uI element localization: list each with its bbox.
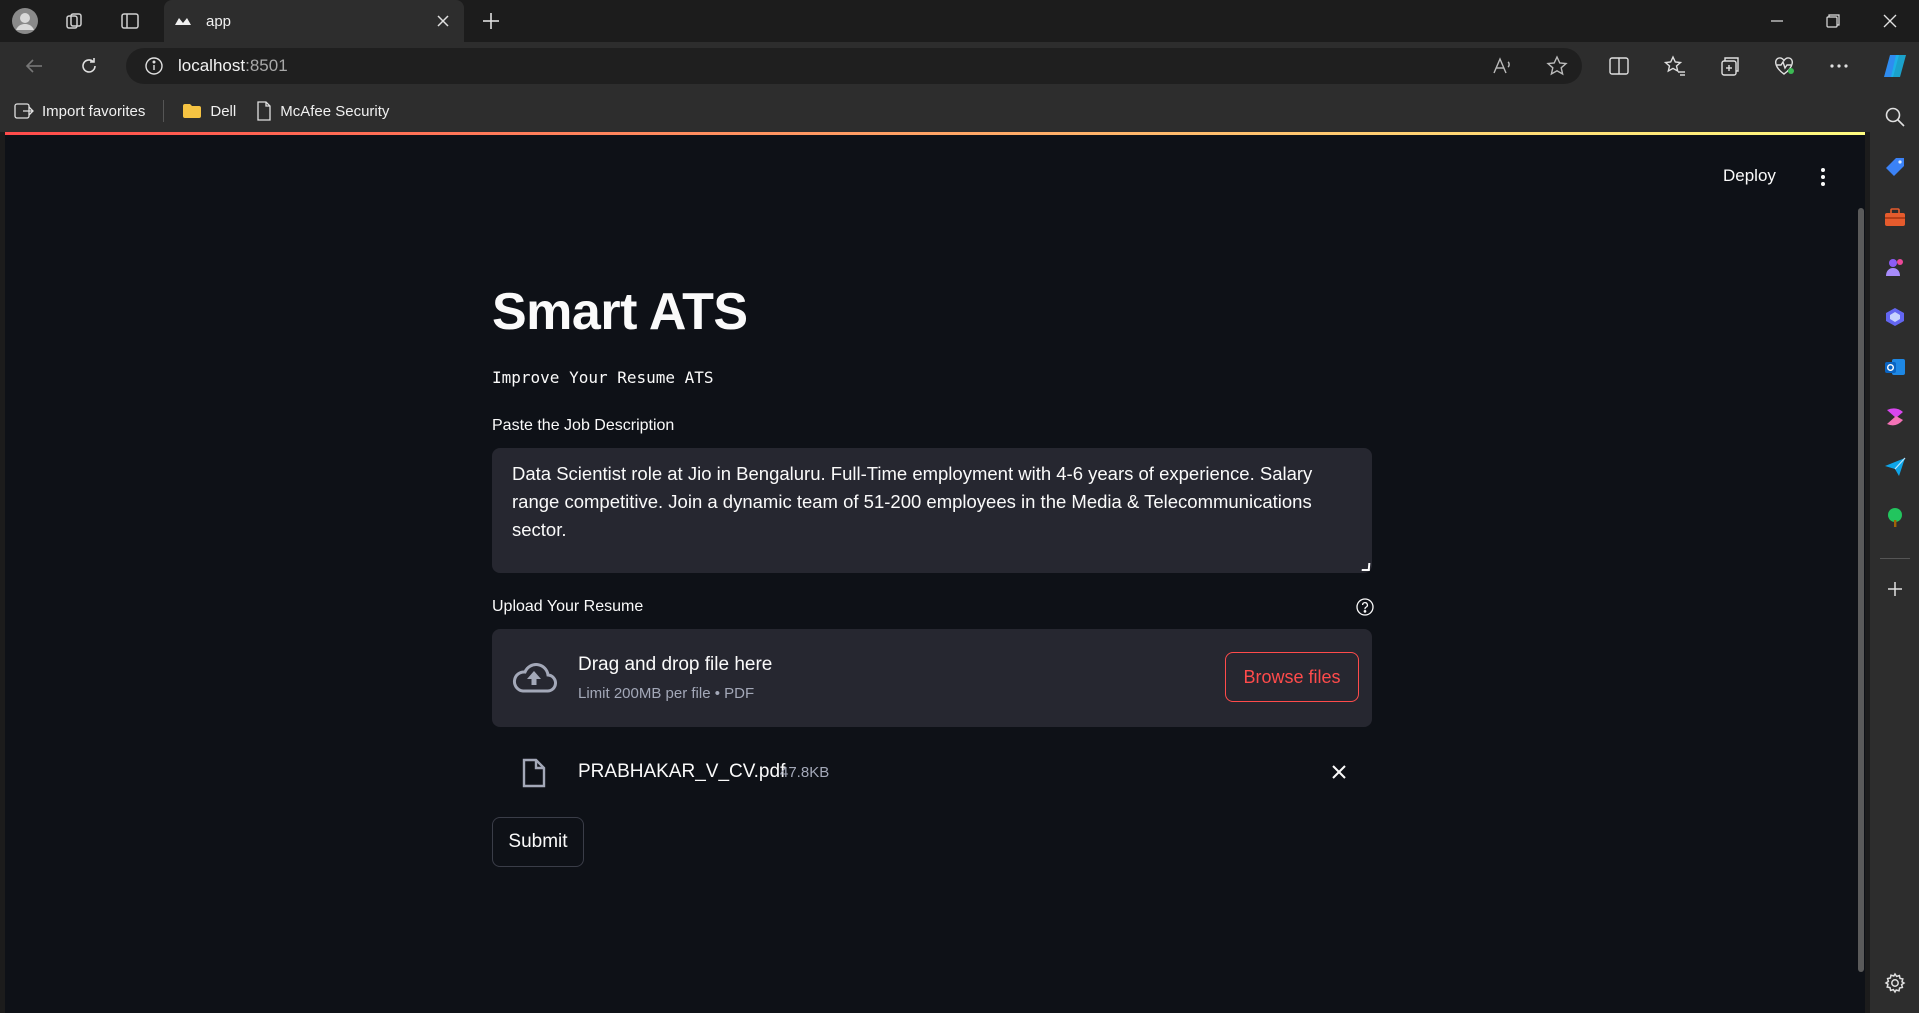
- more-menu-icon[interactable]: [1826, 53, 1852, 79]
- new-tab-icon[interactable]: [478, 8, 504, 34]
- send-icon[interactable]: [1882, 454, 1908, 480]
- dropzone-limit-text: Limit 200MB per file • PDF: [578, 685, 755, 702]
- outlook-icon[interactable]: [1882, 354, 1908, 380]
- main-menu-icon[interactable]: [1813, 166, 1833, 188]
- cloud-upload-icon: [511, 660, 557, 699]
- url-host: localhost: [178, 56, 246, 75]
- job-description-text: Data Scientist role at Jio in Bengaluru.…: [512, 463, 1313, 540]
- dropzone-title: Drag and drop file here: [578, 654, 773, 675]
- page-title: Smart ATS: [492, 283, 748, 341]
- back-icon[interactable]: [20, 52, 48, 80]
- app-viewport: Deploy Smart ATS Improve Your Resume ATS…: [5, 132, 1865, 1013]
- favorite-star-icon[interactable]: [1546, 55, 1568, 77]
- tab-app[interactable]: app: [164, 0, 464, 42]
- copilot-icon[interactable]: [1879, 50, 1911, 82]
- browse-files-button[interactable]: Browse files: [1225, 652, 1359, 702]
- file-icon: [522, 758, 546, 793]
- bookmark-label: Import favorites: [42, 102, 146, 120]
- job-description-label: Paste the Job Description: [492, 417, 675, 434]
- import-icon: [14, 103, 34, 119]
- bookmark-separator: [163, 100, 165, 122]
- collections-icon[interactable]: [1717, 53, 1743, 79]
- close-window-icon[interactable]: [1877, 8, 1903, 34]
- help-icon[interactable]: [1356, 598, 1374, 616]
- upload-resume-label: Upload Your Resume: [492, 598, 644, 615]
- deploy-button[interactable]: Deploy: [1723, 166, 1776, 186]
- refresh-icon[interactable]: [75, 52, 103, 80]
- bookmark-mcafee-security[interactable]: McAfee Security: [256, 101, 389, 121]
- bookmark-import-favorites[interactable]: Import favorites: [14, 102, 145, 120]
- restore-icon[interactable]: [1820, 8, 1846, 34]
- minimize-icon[interactable]: [1764, 8, 1790, 34]
- vertical-tabs-icon[interactable]: [117, 8, 143, 34]
- bookmark-label: McAfee Security: [280, 102, 390, 120]
- submit-button[interactable]: Submit: [492, 817, 584, 867]
- search-icon[interactable]: [1882, 104, 1908, 130]
- page-subtitle: Improve Your Resume ATS: [492, 368, 714, 387]
- edge-sidebar: [1870, 90, 1919, 1013]
- read-aloud-icon[interactable]: [1492, 56, 1514, 76]
- uploaded-file-row: PRABHAKAR_V_CV.pdf 47.8KB: [492, 744, 1372, 800]
- designer-icon[interactable]: [1882, 404, 1908, 430]
- url-port: :8501: [245, 56, 288, 75]
- tools-icon[interactable]: [1882, 204, 1908, 230]
- tab-strip: app: [0, 0, 1919, 42]
- tab-title: app: [206, 12, 232, 30]
- uploaded-file-name: PRABHAKAR_V_CV.pdf: [578, 761, 786, 782]
- workspaces-icon[interactable]: [62, 8, 88, 34]
- file-dropzone[interactable]: Drag and drop file here Limit 200MB per …: [492, 629, 1372, 727]
- job-description-textarea[interactable]: Data Scientist role at Jio in Bengaluru.…: [492, 448, 1372, 573]
- uploaded-file-size: 47.8KB: [780, 764, 830, 781]
- sidebar-divider: [1880, 558, 1910, 559]
- site-info-icon[interactable]: [144, 56, 164, 76]
- bookmarks-bar: Import favorites Dell McAfee Security: [0, 90, 1870, 132]
- bookmark-dell[interactable]: Dell: [182, 103, 236, 120]
- browser-essentials-icon[interactable]: [1771, 53, 1797, 79]
- header-decoration: [5, 132, 1865, 135]
- copilot-sidebar-icon[interactable]: [1882, 304, 1908, 330]
- toolbar: localhost:8501: [0, 42, 1919, 90]
- tree-icon[interactable]: [1882, 504, 1908, 530]
- games-icon[interactable]: [1882, 254, 1908, 280]
- split-screen-icon[interactable]: [1606, 53, 1632, 79]
- page-icon: [257, 101, 271, 121]
- streamlit-favicon-icon: [174, 14, 192, 28]
- profile-icon[interactable]: [11, 7, 39, 35]
- add-sidebar-app-icon[interactable]: [1882, 576, 1908, 602]
- sidebar-settings-icon[interactable]: [1882, 970, 1908, 996]
- page-scrollbar[interactable]: [1858, 208, 1864, 972]
- folder-icon: [183, 104, 202, 118]
- bookmark-label: Dell: [210, 102, 237, 120]
- resize-handle-icon[interactable]: [1361, 563, 1371, 571]
- remove-file-icon[interactable]: [1328, 761, 1350, 783]
- favorites-icon[interactable]: [1662, 53, 1688, 79]
- tab-close-icon[interactable]: [428, 6, 458, 36]
- shopping-tag-icon[interactable]: [1882, 154, 1908, 180]
- address-bar[interactable]: localhost:8501: [126, 48, 1582, 84]
